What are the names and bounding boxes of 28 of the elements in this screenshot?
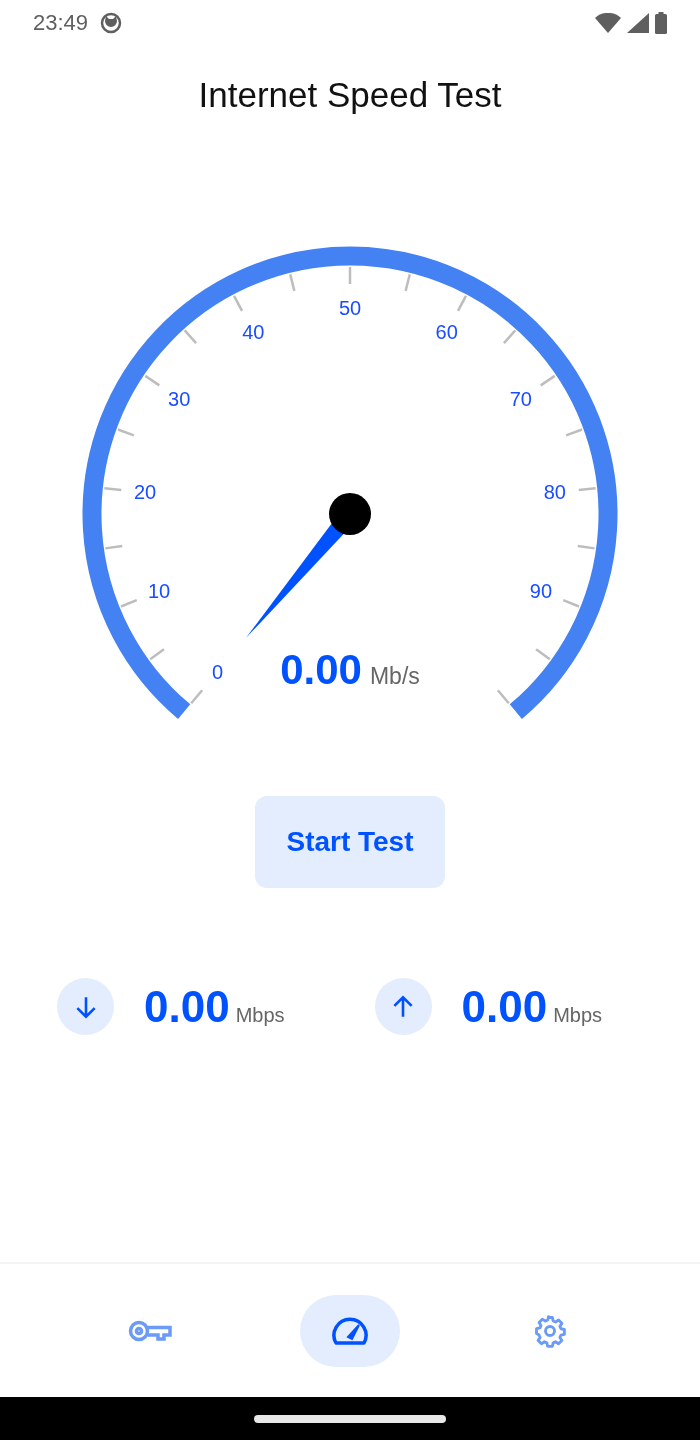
scale-label: 30	[168, 387, 191, 410]
key-icon	[128, 1318, 172, 1343]
scale-label: 50	[338, 296, 362, 319]
stat-unit: Mbps	[553, 1002, 603, 1028]
battery-icon	[655, 11, 667, 34]
scale-label: 40	[242, 320, 265, 343]
scale-label: 80	[543, 480, 566, 503]
scale-label: 70	[509, 387, 532, 410]
status-time: 23:49	[33, 9, 89, 37]
speed-reading: 0.00	[280, 644, 362, 695]
scale-label: 0	[212, 660, 224, 683]
scale-label: 10	[147, 579, 171, 602]
wifi-icon	[595, 12, 621, 33]
home-indicator[interactable]	[254, 1414, 446, 1423]
signal-icon	[627, 12, 649, 33]
notification-icon	[100, 11, 123, 34]
start-test-button[interactable]: Start Test	[255, 795, 445, 888]
stat-value: 0.00	[144, 980, 230, 1033]
scale-label: 60	[435, 320, 458, 343]
needle-hub	[329, 492, 371, 535]
page-title: Internet Speed Test	[198, 74, 502, 116]
stat-unit: Mbps	[235, 1002, 285, 1028]
stat-value: 0.00	[461, 980, 548, 1033]
scale-label: 90	[529, 579, 553, 602]
settings-icon	[532, 1312, 568, 1349]
gauge-icon	[331, 1315, 369, 1346]
scale-label: 20	[134, 480, 157, 503]
speed-unit: Mb/s	[369, 661, 420, 691]
